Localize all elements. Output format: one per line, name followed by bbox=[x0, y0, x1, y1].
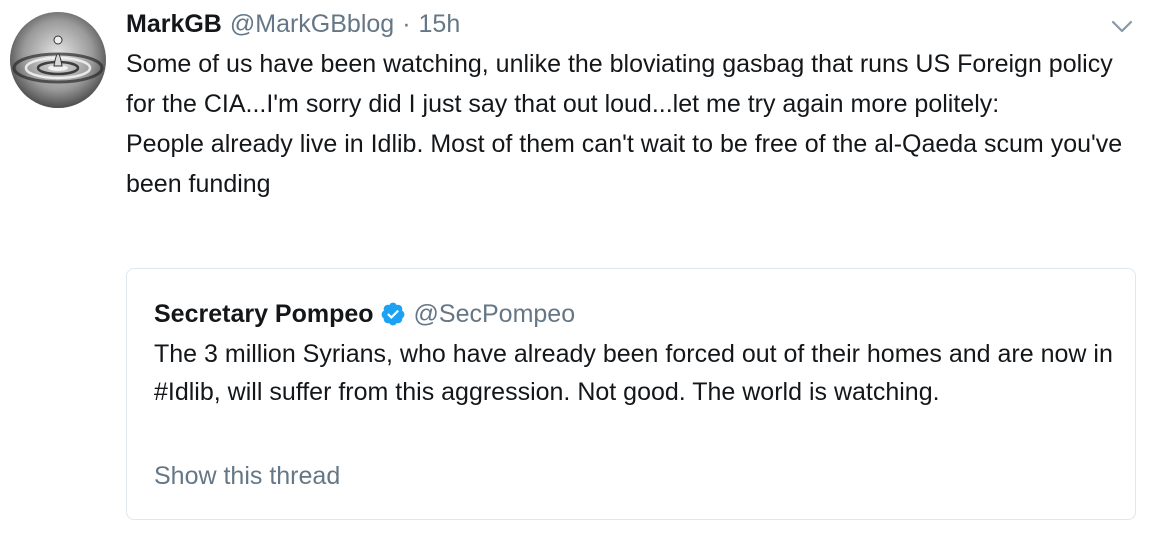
author-handle[interactable]: @MarkGBblog bbox=[230, 8, 394, 40]
author-name[interactable]: MarkGB bbox=[126, 8, 222, 40]
chevron-down-icon[interactable] bbox=[1109, 16, 1135, 36]
show-thread-link[interactable]: Show this thread bbox=[154, 459, 340, 493]
tweet-timestamp[interactable]: 15h bbox=[419, 8, 461, 40]
quoted-tweet[interactable]: Secretary Pompeo @SecPompeo The 3 millio… bbox=[126, 268, 1136, 520]
verified-badge-icon bbox=[380, 301, 406, 327]
water-drop-avatar-icon bbox=[10, 12, 106, 108]
quoted-tweet-header: Secretary Pompeo @SecPompeo bbox=[154, 297, 575, 331]
avatar[interactable] bbox=[10, 12, 106, 108]
quoted-author-name: Secretary Pompeo bbox=[154, 299, 374, 328]
tweet-header: MarkGB @MarkGBblog · 15h bbox=[126, 8, 460, 40]
quoted-author-handle: @SecPompeo bbox=[413, 299, 576, 328]
tweet[interactable]: MarkGB @MarkGBblog · 15h Some of us have… bbox=[0, 0, 1164, 546]
header-separator: · bbox=[402, 10, 411, 38]
tweet-text: Some of us have been watching, unlike th… bbox=[126, 50, 1123, 198]
quoted-tweet-text: The 3 million Syrians, who have already … bbox=[154, 340, 1113, 406]
